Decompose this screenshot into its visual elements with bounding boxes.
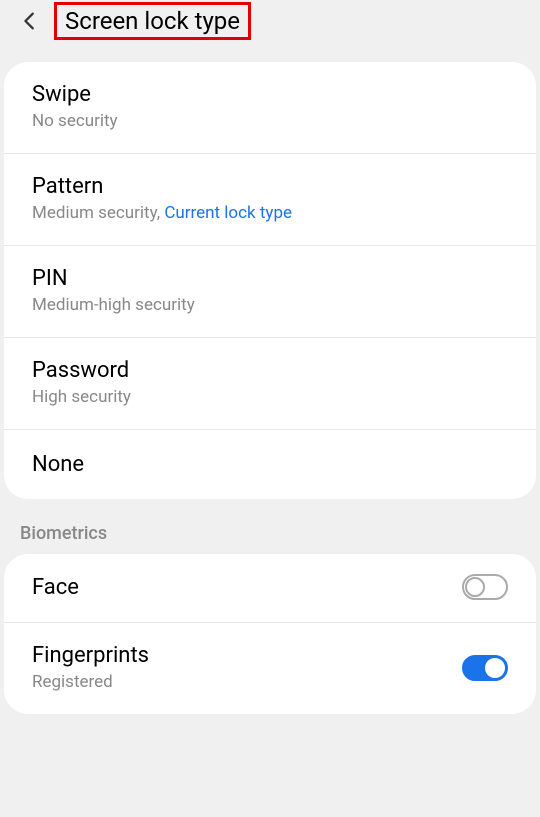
item-subtitle: Medium-high security <box>32 295 508 315</box>
item-subtitle: High security <box>32 387 508 407</box>
item-title: Fingerprints <box>32 643 462 668</box>
header-bar: Screen lock type <box>0 0 540 50</box>
lock-type-password[interactable]: Password High security <box>4 338 536 430</box>
biometrics-card: Face Fingerprints Registered <box>4 554 536 714</box>
item-subtitle: Registered <box>32 672 462 692</box>
current-lock-type-link[interactable]: Current lock type <box>164 203 292 223</box>
item-title: Face <box>32 575 462 600</box>
biometric-face[interactable]: Face <box>4 554 536 623</box>
face-toggle[interactable] <box>462 574 508 600</box>
fingerprints-toggle[interactable] <box>462 655 508 681</box>
lock-type-pattern[interactable]: Pattern Medium security, Current lock ty… <box>4 154 536 246</box>
toggle-text: Fingerprints Registered <box>32 643 462 692</box>
item-title: Password <box>32 358 508 383</box>
back-icon[interactable] <box>12 3 48 39</box>
lock-type-none[interactable]: None <box>4 430 536 499</box>
lock-type-pin[interactable]: PIN Medium-high security <box>4 246 536 338</box>
toggle-knob <box>485 658 505 678</box>
toggle-knob <box>465 577 485 597</box>
lock-type-card: Swipe No security Pattern Medium securit… <box>4 62 536 499</box>
item-title: Pattern <box>32 174 508 199</box>
item-title: Swipe <box>32 82 508 107</box>
subtitle-prefix: Medium security, <box>32 203 164 223</box>
item-subtitle: Medium security, Current lock type <box>32 203 508 223</box>
item-title: PIN <box>32 266 508 291</box>
page-title: Screen lock type <box>54 2 251 40</box>
toggle-text: Face <box>32 575 462 600</box>
item-subtitle: No security <box>32 111 508 131</box>
biometrics-section-label: Biometrics <box>0 499 540 554</box>
lock-type-swipe[interactable]: Swipe No security <box>4 62 536 154</box>
item-title: None <box>32 452 508 477</box>
biometric-fingerprints[interactable]: Fingerprints Registered <box>4 623 536 714</box>
